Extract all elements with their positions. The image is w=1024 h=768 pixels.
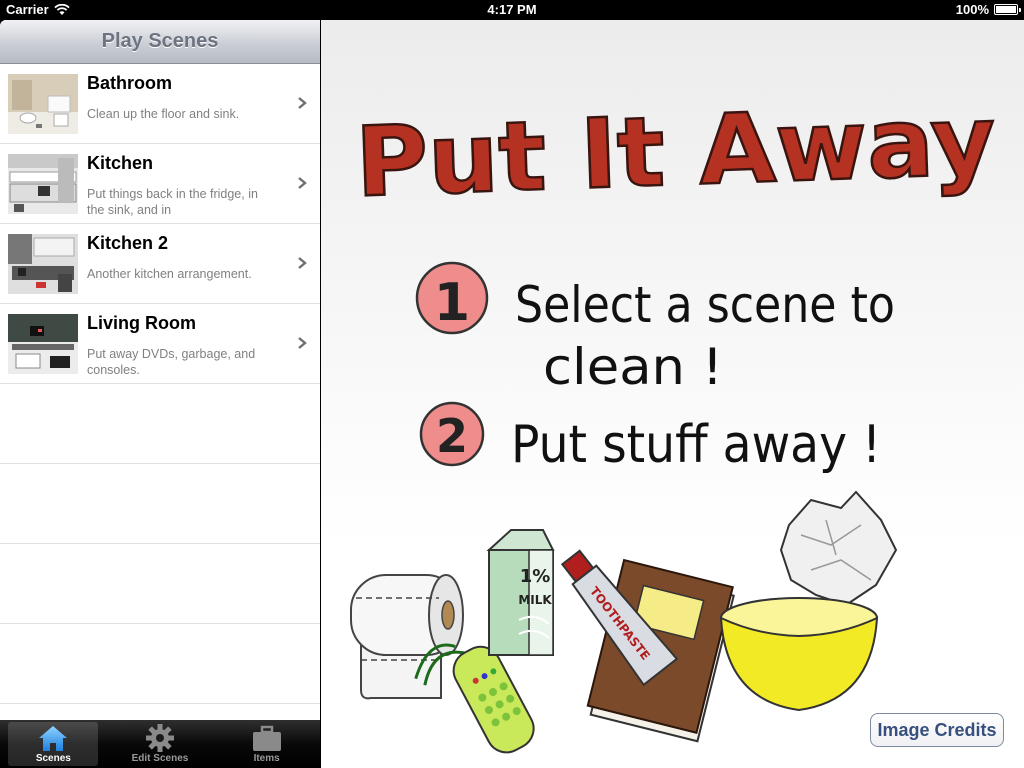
- scene-row-kitchen[interactable]: Kitchen Put things back in the fridge, i…: [0, 144, 320, 224]
- scene-description: Put things back in the fridge, in the si…: [87, 187, 258, 217]
- scene-description: Another kitchen arrangement.: [87, 267, 252, 281]
- scene-description: Clean up the floor and sink.: [87, 107, 240, 121]
- kitchen-2-thumbnail: [8, 234, 78, 294]
- scene-list-pane: Play Scenes Bathroom Clean up the floor …: [0, 20, 320, 768]
- instructions-illustration: Put It Away 1 Select a scene to clean ! …: [350, 83, 998, 754]
- scene-title: Bathroom: [87, 73, 172, 93]
- tab-edit-scenes[interactable]: Edit Scenes: [115, 722, 205, 766]
- tab-scenes[interactable]: Scenes: [8, 722, 99, 766]
- app-title: Put It Away: [354, 84, 998, 218]
- scene-row-bathroom[interactable]: Bathroom Clean up the floor and sink.: [0, 64, 320, 144]
- briefcase-icon: [252, 725, 281, 751]
- gear-icon: [145, 724, 174, 752]
- step-1-number: 1: [434, 273, 470, 333]
- bathroom-thumbnail: [8, 74, 78, 134]
- chevron-right-icon: [298, 97, 307, 109]
- empty-row: [0, 464, 320, 544]
- empty-row: [0, 384, 320, 464]
- milk-percent-label: 1%: [520, 566, 551, 587]
- step-2-text: Put stuff away !: [511, 415, 881, 475]
- living-room-thumbnail: [8, 314, 78, 374]
- toilet-paper-illustration: [350, 574, 464, 700]
- step-1-text-line2: clean !: [543, 338, 723, 396]
- tab-label: Scenes: [35, 753, 71, 764]
- clock: 4:17 PM: [487, 2, 537, 17]
- chevron-right-icon: [298, 177, 307, 189]
- tab-items[interactable]: Items: [222, 722, 312, 766]
- step-1-text-line1: Select a scene to: [515, 276, 895, 334]
- battery-percent: 100%: [955, 2, 989, 17]
- detail-pane: Put It Away 1 Select a scene to clean ! …: [321, 20, 1024, 768]
- master-title: Play Scenes: [101, 30, 219, 52]
- status-bar: Carrier 4:17 PM 100%: [0, 0, 1024, 20]
- chevron-right-icon: [298, 337, 307, 349]
- scene-title: Living Room: [87, 313, 196, 333]
- chevron-right-icon: [298, 257, 307, 269]
- empty-row: [0, 544, 320, 624]
- tab-bar: Scenes Edit Scenes Items: [0, 720, 320, 768]
- milk-label: MILK: [518, 593, 552, 607]
- master-nav-bar: Play Scenes: [0, 20, 320, 64]
- step-2-number: 2: [436, 409, 468, 463]
- house-icon: [39, 726, 68, 751]
- scene-row-living-room[interactable]: Living Room Put away DVDs, garbage, and …: [0, 304, 320, 384]
- scene-title: Kitchen: [87, 153, 154, 173]
- scene-list[interactable]: Bathroom Clean up the floor and sink. Ki…: [0, 64, 320, 720]
- scene-row-kitchen-2[interactable]: Kitchen 2 Another kitchen arrangement.: [0, 224, 320, 304]
- battery-icon: [994, 4, 1021, 15]
- battery-area: 100%: [955, 2, 1021, 17]
- scene-title: Kitchen 2: [87, 233, 169, 253]
- tab-label: Items: [253, 753, 280, 764]
- milk-carton-illustration: 1% MILK: [486, 529, 555, 656]
- kitchen-thumbnail: [8, 154, 78, 214]
- scene-description: Put away DVDs, garbage, and consoles.: [87, 347, 256, 377]
- empty-row: [0, 624, 320, 704]
- bowl-illustration: [719, 490, 898, 712]
- tab-label: Edit Scenes: [131, 753, 189, 764]
- image-credits-button[interactable]: Image Credits: [870, 713, 1004, 747]
